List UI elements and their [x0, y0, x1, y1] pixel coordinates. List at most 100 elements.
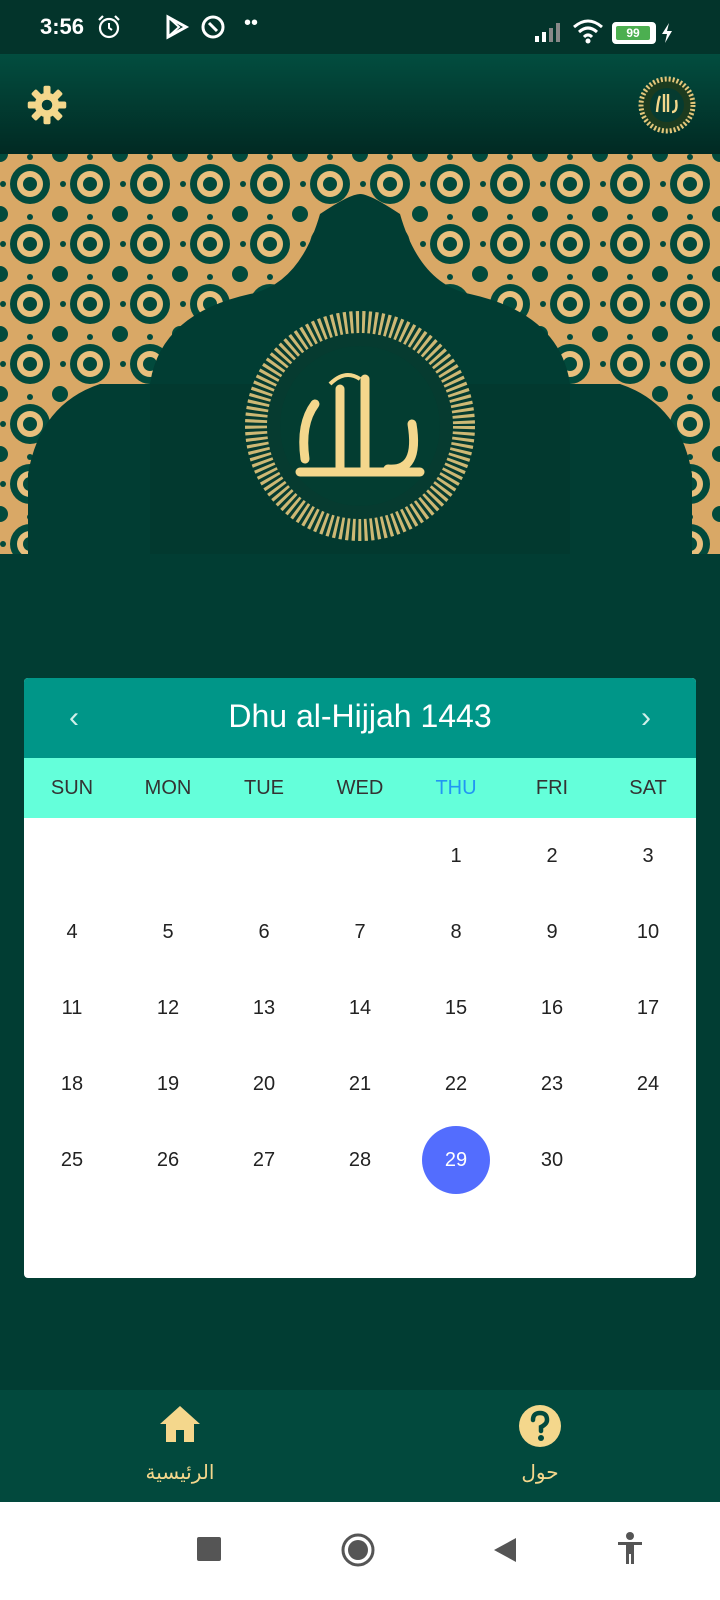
home-icon [160, 1406, 200, 1442]
allah-calligraphy-icon [638, 76, 696, 134]
help-icon [519, 1405, 561, 1447]
charging-icon [662, 23, 672, 43]
calendar-days-grid: 1 2 3 4 5 6 7 8 9 10 11 12 13 14 15 16 17 18 19 20 21 22 23 24 2… [24, 818, 696, 1198]
calendar-day[interactable]: 8 [408, 894, 504, 970]
nav-item-about[interactable]: حول [360, 1390, 720, 1502]
bottom-navigation: الرئيسية حول [0, 1390, 720, 1502]
calendar-day[interactable]: 16 [504, 970, 600, 1046]
weekday-row: SUN MON TUE WED THU FRI SAT [24, 758, 696, 818]
calendar-day-number: 4 [66, 920, 78, 943]
calendar-day[interactable]: 20 [216, 1046, 312, 1122]
calendar-day-number: 17 [636, 996, 660, 1019]
calendar-day-number: 15 [444, 996, 468, 1019]
calendar-day-number: 18 [60, 1072, 84, 1095]
weekday-label: FRI [535, 777, 569, 799]
calendar-blank-cell [216, 818, 312, 894]
recents-button[interactable] [196, 1536, 222, 1562]
calendar-day[interactable]: 25 [24, 1122, 120, 1198]
calendar-day-number: 1 [450, 844, 462, 867]
alarm-icon [98, 15, 120, 39]
calendar-day[interactable]: 26 [120, 1122, 216, 1198]
calendar-day[interactable]: 2 [504, 818, 600, 894]
calendar-day-number: 19 [156, 1072, 180, 1095]
calendar-day[interactable]: 24 [600, 1046, 696, 1122]
calendar-day-number: 13 [252, 996, 276, 1019]
status-time: 3:56 [40, 14, 85, 39]
calendar-day-number: 27 [252, 1148, 276, 1171]
calendar-day[interactable]: 15 [408, 970, 504, 1046]
calendar-day[interactable]: 7 [312, 894, 408, 970]
calendar-day-number: 3 [642, 844, 654, 867]
calendar-day-number: 11 [61, 996, 83, 1019]
calendar-day-number: 20 [252, 1072, 276, 1095]
calendar-day[interactable]: 5 [120, 894, 216, 970]
weekday-label: WED [336, 777, 384, 799]
weekday-label: MON [144, 777, 192, 799]
calendar-day-number: 8 [450, 920, 462, 943]
calendar-day-number: 10 [636, 920, 660, 943]
calendar-day-number: 30 [540, 1148, 564, 1171]
calendar-day-number: 14 [348, 996, 372, 1019]
calendar-day[interactable]: 3 [600, 818, 696, 894]
calendar-day[interactable]: 21 [312, 1046, 408, 1122]
calendar-day[interactable]: 14 [312, 970, 408, 1046]
battery-level: 99 [616, 26, 650, 40]
chevron-right-icon[interactable]: › [622, 694, 670, 742]
calendar-day-number: 23 [540, 1072, 564, 1095]
islamic-arch-banner [0, 154, 720, 554]
calendar-day[interactable]: 4 [24, 894, 120, 970]
calendar-blank-cell [24, 818, 120, 894]
calendar-day[interactable]: 28 [312, 1122, 408, 1198]
calendar-day-selected[interactable]: 29 [408, 1122, 504, 1198]
calendar-day[interactable]: 17 [600, 970, 696, 1046]
status-bar: 3:56 •• 99 [0, 0, 720, 54]
battery-icon: 99 [612, 22, 656, 44]
calendar-day[interactable]: 10 [600, 894, 696, 970]
back-button[interactable] [492, 1536, 518, 1564]
calendar-day-number: 26 [156, 1148, 180, 1171]
nav-item-home[interactable]: الرئيسية [0, 1390, 360, 1502]
calendar-day[interactable]: 9 [504, 894, 600, 970]
weekday-label: SAT [629, 777, 667, 799]
app-bar [0, 54, 720, 154]
calendar-day[interactable]: 23 [504, 1046, 600, 1122]
calendar-day-number: 2 [546, 844, 558, 867]
data-saver-icon [201, 15, 225, 39]
calendar-day-number: 25 [60, 1148, 84, 1171]
calendar-day[interactable]: 30 [504, 1122, 600, 1198]
signal-icon [535, 23, 560, 42]
calendar-day-number: 5 [162, 920, 174, 943]
weekday-label: TUE [244, 777, 284, 799]
calendar-day[interactable]: 22 [408, 1046, 504, 1122]
calendar-day-number: 16 [540, 996, 564, 1019]
calendar-day[interactable]: 11 [24, 970, 120, 1046]
calendar-header: ‹ Dhu al-Hijjah 1443 › [24, 678, 696, 758]
calendar-day-number: 12 [156, 996, 180, 1019]
accessibility-button[interactable] [616, 1532, 644, 1566]
calendar: ‹ Dhu al-Hijjah 1443 › SUN MON TUE WED THU FR… [24, 678, 696, 1278]
wifi-icon [573, 19, 603, 44]
play-store-icon [166, 14, 190, 40]
calendar-day-number: 21 [348, 1072, 372, 1095]
weekday-label: THU [435, 777, 477, 799]
calendar-day[interactable]: 18 [24, 1046, 120, 1122]
weekday-label: SUN [50, 777, 94, 799]
nav-item-home-label: الرئيسية [145, 1462, 215, 1484]
calendar-day[interactable]: 19 [120, 1046, 216, 1122]
calendar-day-number: 22 [444, 1072, 468, 1095]
calendar-blank-cell [120, 818, 216, 894]
calendar-day-number: 6 [258, 920, 270, 943]
home-button[interactable] [340, 1532, 376, 1568]
nav-item-about-label: حول [521, 1462, 559, 1484]
more-notifications-icon: •• [244, 12, 259, 34]
calendar-month-title: Dhu al-Hijjah 1443 [228, 698, 492, 734]
calendar-day[interactable]: 1 [408, 818, 504, 894]
calendar-day[interactable]: 6 [216, 894, 312, 970]
calendar-day-number: 9 [546, 920, 558, 943]
calendar-day[interactable]: 12 [120, 970, 216, 1046]
calendar-day-number: 24 [636, 1072, 660, 1095]
calendar-day[interactable]: 27 [216, 1122, 312, 1198]
gear-icon[interactable] [26, 84, 68, 126]
calendar-blank-cell [312, 818, 408, 894]
calendar-day[interactable]: 13 [216, 970, 312, 1046]
